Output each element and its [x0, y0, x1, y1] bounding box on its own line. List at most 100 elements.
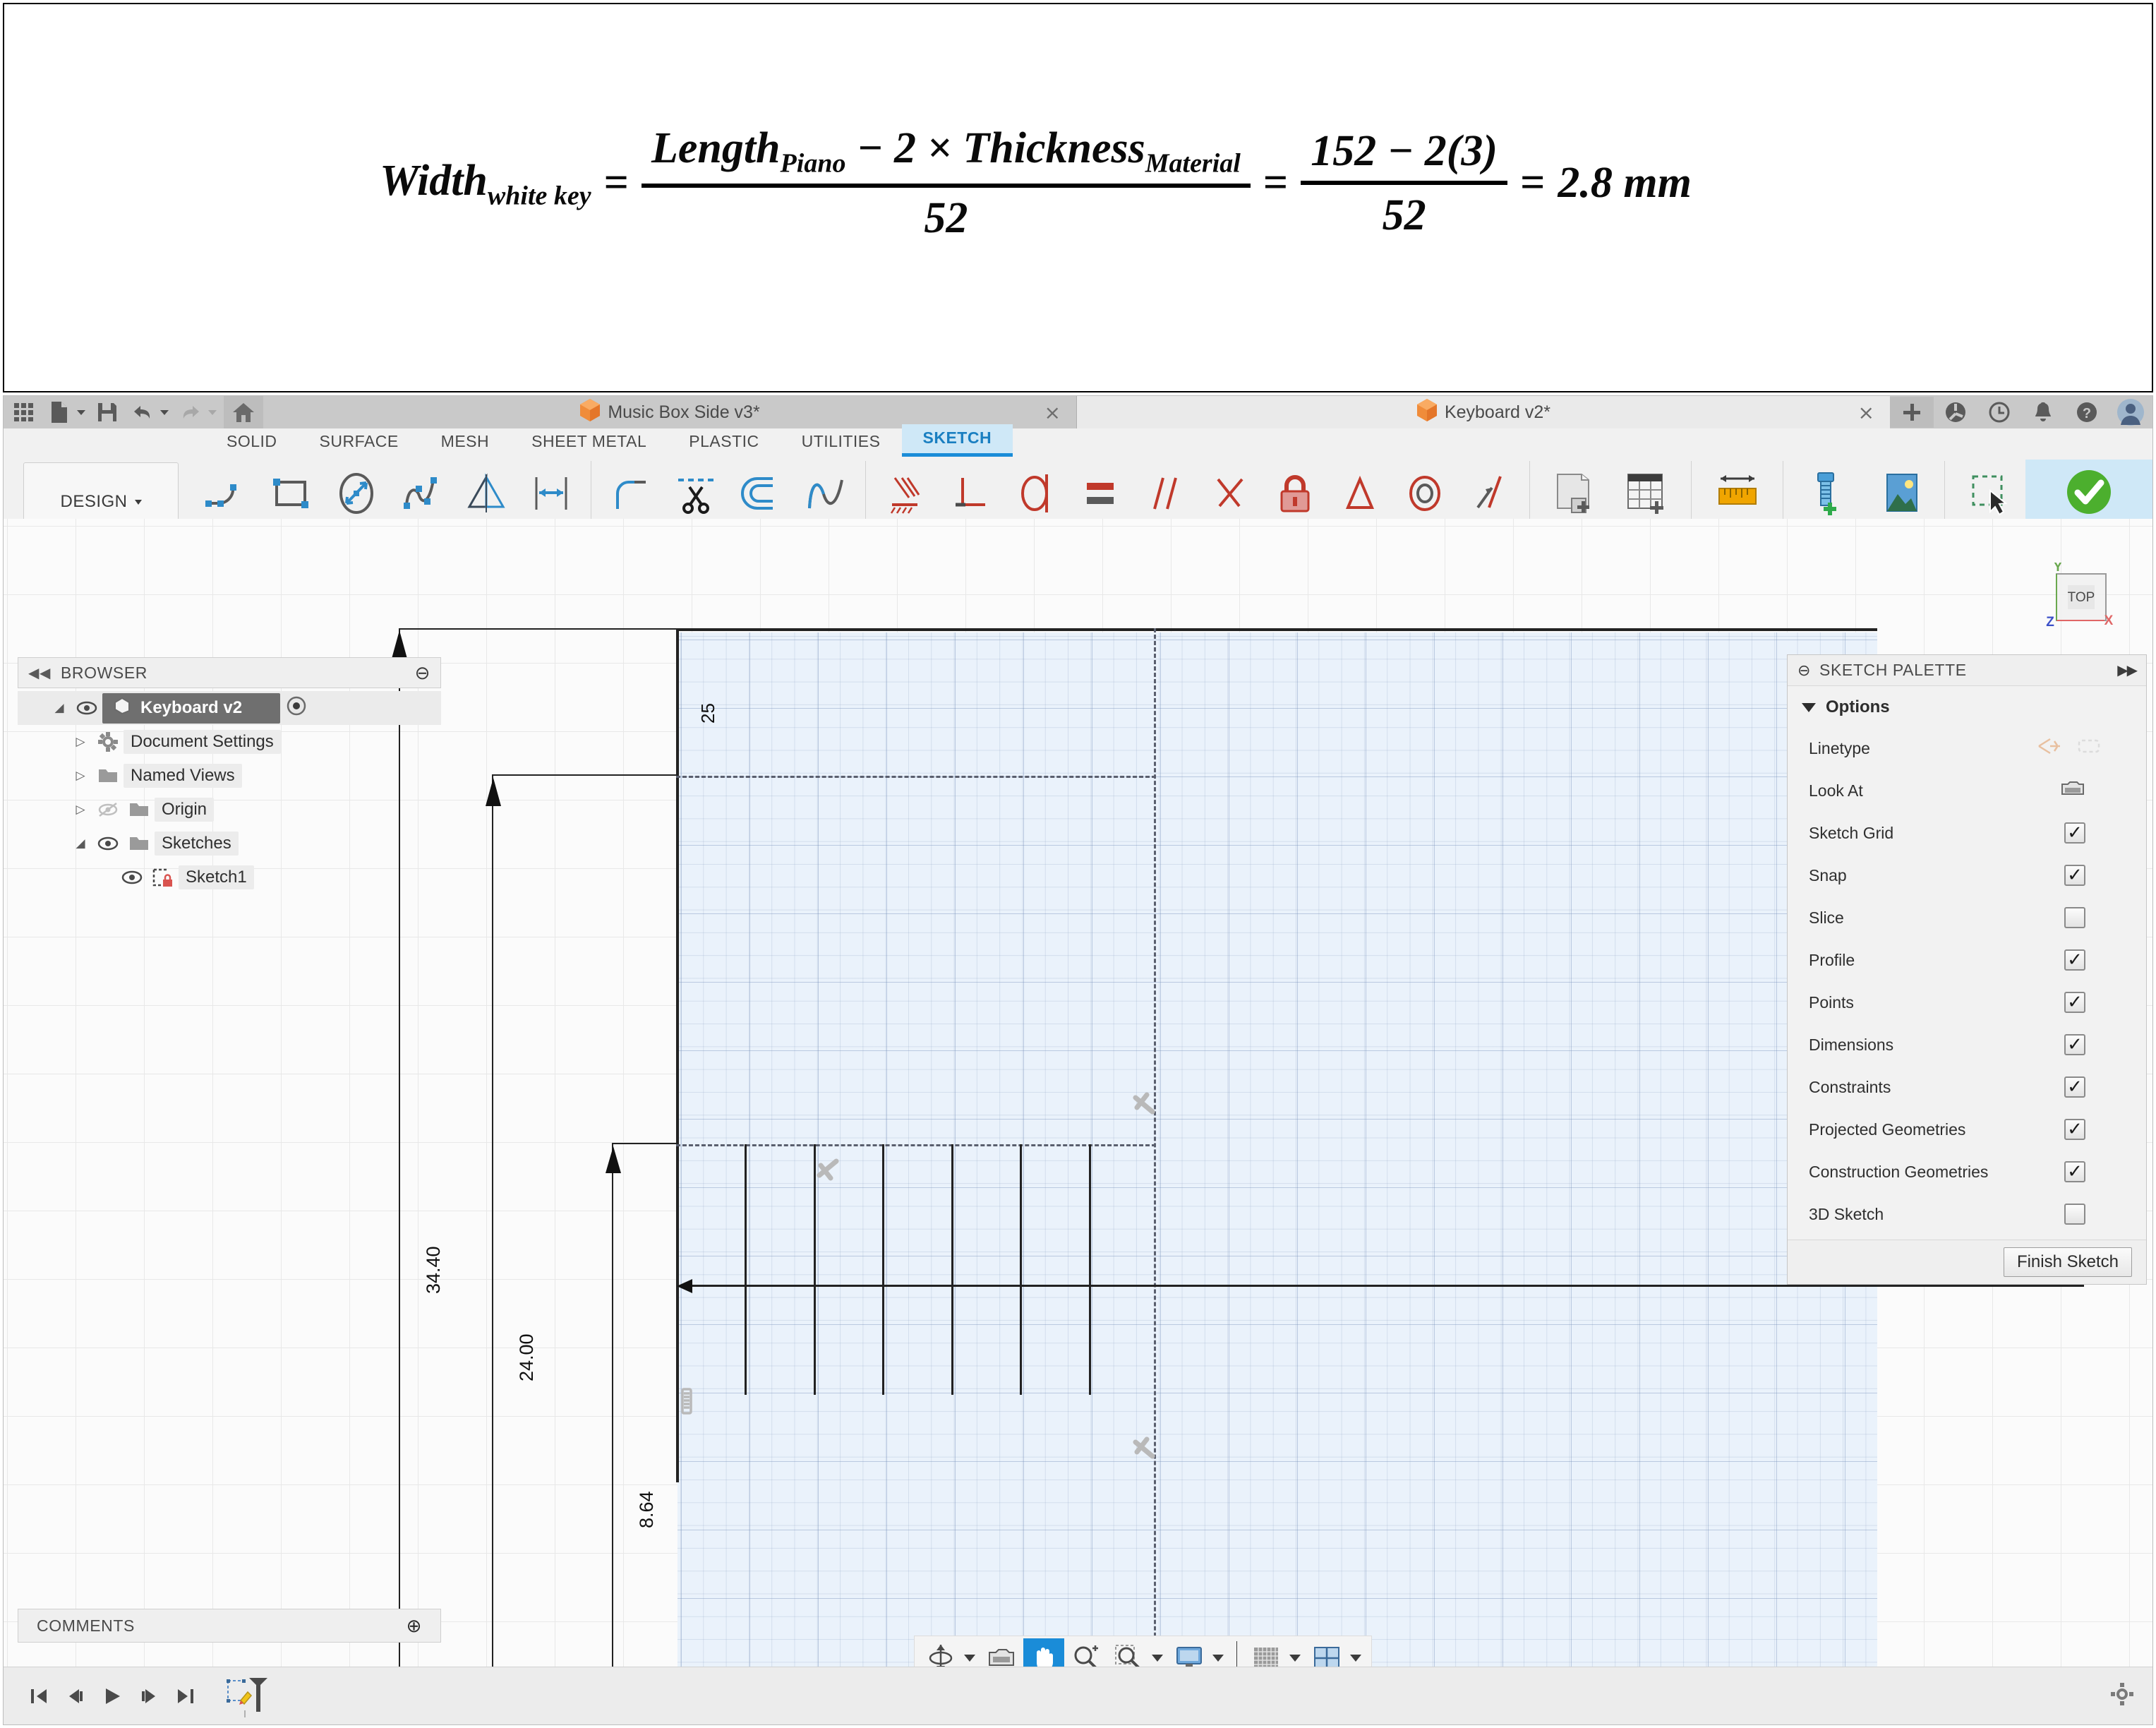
- finish-sketch-check-icon[interactable]: [2052, 460, 2126, 524]
- grid-snaps-caret-icon[interactable]: [1289, 1655, 1301, 1662]
- extensions-icon[interactable]: [1934, 397, 1977, 428]
- help-icon[interactable]: ?: [2065, 397, 2109, 428]
- line-icon[interactable]: [194, 461, 259, 526]
- minimize-icon[interactable]: ⊖: [1797, 661, 1811, 680]
- tab-sheet-metal[interactable]: SHEET METAL: [510, 428, 668, 457]
- sketch-dimension-icon[interactable]: [519, 461, 584, 526]
- go-to-end-icon[interactable]: [167, 1676, 204, 1716]
- dimensions-checkbox[interactable]: [2064, 1034, 2085, 1055]
- tab-utilities[interactable]: UTILITIES: [781, 428, 902, 457]
- construction-line-horizontal-lower[interactable]: [676, 1144, 1156, 1146]
- home-icon[interactable]: [224, 396, 263, 428]
- slice-checkbox[interactable]: [2064, 907, 2085, 928]
- look-at-camera-icon[interactable]: [2060, 779, 2085, 803]
- sketch-canvas[interactable]: 34.40 24.00 8.64 25 -25 fx: 2.80: [4, 519, 2152, 1724]
- construction-line-vertical[interactable]: [1154, 628, 1156, 1724]
- options-section-header[interactable]: Options: [1788, 693, 2146, 727]
- sketch-line-left-edge[interactable]: [676, 628, 679, 1482]
- step-back-icon[interactable]: [57, 1676, 94, 1716]
- perpendicular-constraint-glyph[interactable]: [1131, 1436, 1160, 1465]
- snap-checkbox[interactable]: [2064, 865, 2085, 886]
- parallel-constraint-icon[interactable]: [1133, 461, 1198, 526]
- tangent-constraint-icon[interactable]: [1003, 461, 1068, 526]
- new-file-icon[interactable]: [43, 397, 76, 428]
- comments-panel[interactable]: COMMENTS ⊕: [18, 1609, 441, 1643]
- profile-checkbox[interactable]: [2064, 949, 2085, 971]
- expander-expanded-icon[interactable]: ◢: [68, 836, 92, 851]
- projected-geometries-checkbox[interactable]: [2064, 1119, 2085, 1140]
- viewports-caret-icon[interactable]: [1350, 1655, 1361, 1662]
- fix-lock-constraint-icon[interactable]: [1263, 461, 1327, 526]
- expander-collapsed-icon[interactable]: ▷: [68, 803, 92, 817]
- mirror-icon[interactable]: [454, 461, 519, 526]
- tab-solid[interactable]: SOLID: [205, 428, 299, 457]
- minimize-icon[interactable]: ⊖: [415, 662, 430, 684]
- insert-canvas-image-icon[interactable]: [1864, 461, 1937, 526]
- perpendicular-constraint-icon[interactable]: [938, 461, 1003, 526]
- account-avatar[interactable]: [2109, 397, 2152, 428]
- expander-expanded-icon[interactable]: ◢: [47, 701, 71, 715]
- expander-collapsed-icon[interactable]: ▷: [68, 769, 92, 783]
- browser-item-document-settings[interactable]: ▷ Document Settings: [18, 725, 441, 759]
- configure-model-icon[interactable]: [1537, 461, 1610, 526]
- close-icon[interactable]: ×: [1858, 401, 1874, 424]
- undo-caret-icon[interactable]: [160, 409, 169, 415]
- orbit-caret-icon[interactable]: [964, 1655, 975, 1662]
- document-tab-keyboard[interactable]: Keyboard v2* ×: [1077, 396, 1890, 428]
- key-divider-line[interactable]: [1020, 1144, 1022, 1395]
- configure-table-icon[interactable]: [1610, 461, 1684, 526]
- collapse-icon[interactable]: ◀◀: [28, 664, 51, 682]
- key-divider-line[interactable]: [882, 1144, 884, 1395]
- close-icon[interactable]: ×: [1044, 401, 1061, 424]
- sketch-grid-checkbox[interactable]: [2064, 822, 2085, 844]
- browser-item-sketches[interactable]: ◢ Sketches: [18, 827, 441, 860]
- redo-icon[interactable]: [174, 397, 207, 428]
- add-comment-icon[interactable]: ⊕: [406, 1615, 422, 1637]
- normal-linetype-icon[interactable]: [2037, 737, 2061, 760]
- key-divider-line[interactable]: [951, 1144, 953, 1395]
- display-settings-caret-icon[interactable]: [1212, 1655, 1224, 1662]
- timeline-feature-sketch1[interactable]: [224, 1672, 280, 1721]
- view-cube[interactable]: TOP Y X Z: [2038, 560, 2123, 640]
- construction-linetype-icon[interactable]: [2077, 737, 2101, 760]
- dimension-value-3440[interactable]: 34.40: [423, 1246, 445, 1294]
- zoom-window-caret-icon[interactable]: [1152, 1655, 1163, 1662]
- plus-icon[interactable]: [1890, 397, 1934, 428]
- fillet-icon[interactable]: [598, 461, 663, 526]
- perpendicular-constraint-glyph[interactable]: [1131, 1092, 1160, 1120]
- new-file-caret-icon[interactable]: [77, 409, 85, 415]
- visibility-eye-icon[interactable]: [71, 701, 102, 715]
- activate-component-radio[interactable]: [286, 695, 307, 721]
- dimension-value-864[interactable]: 8.64: [636, 1491, 658, 1528]
- perpendicular-constraint-glyph[interactable]: [815, 1156, 843, 1184]
- recent-icon[interactable]: [1977, 397, 2021, 428]
- browser-header[interactable]: ◀◀ BROWSER ⊖: [18, 657, 441, 688]
- go-to-beginning-icon[interactable]: [20, 1676, 57, 1716]
- play-icon[interactable]: [94, 1676, 131, 1716]
- spline-icon[interactable]: [389, 461, 454, 526]
- select-tool-icon[interactable]: [1952, 461, 2025, 526]
- timeline-settings-gear-icon[interactable]: [2110, 1682, 2134, 1710]
- dimension-value-2400[interactable]: 24.00: [516, 1333, 538, 1381]
- key-divider-line[interactable]: [1089, 1144, 1091, 1395]
- horizontal-constraint-glyph[interactable]: [677, 1387, 696, 1415]
- save-icon[interactable]: [91, 397, 124, 428]
- expander-collapsed-icon[interactable]: ▷: [68, 735, 92, 749]
- browser-item-sketch1[interactable]: Sketch1: [18, 860, 441, 894]
- browser-item-keyboard[interactable]: ◢ Keyboard v2: [18, 691, 441, 725]
- circle-icon[interactable]: [324, 461, 389, 526]
- app-grid-icon[interactable]: [8, 397, 40, 428]
- equal-constraint-icon[interactable]: [1068, 461, 1133, 526]
- construction-line-horizontal-upper[interactable]: [676, 776, 1156, 778]
- concentric-constraint-icon[interactable]: [1392, 461, 1457, 526]
- visibility-hidden-icon[interactable]: [92, 802, 124, 817]
- visibility-eye-icon[interactable]: [116, 870, 147, 884]
- notifications-icon[interactable]: [2021, 397, 2065, 428]
- tab-mesh[interactable]: MESH: [420, 428, 510, 457]
- break-curve-icon[interactable]: [793, 461, 858, 526]
- offset-icon[interactable]: [728, 461, 793, 526]
- expand-icon[interactable]: ▶▶: [2117, 661, 2138, 679]
- tab-sketch[interactable]: SKETCH: [901, 424, 1013, 457]
- insert-mcmaster-part-icon[interactable]: [1790, 461, 1864, 526]
- points-checkbox[interactable]: [2064, 992, 2085, 1013]
